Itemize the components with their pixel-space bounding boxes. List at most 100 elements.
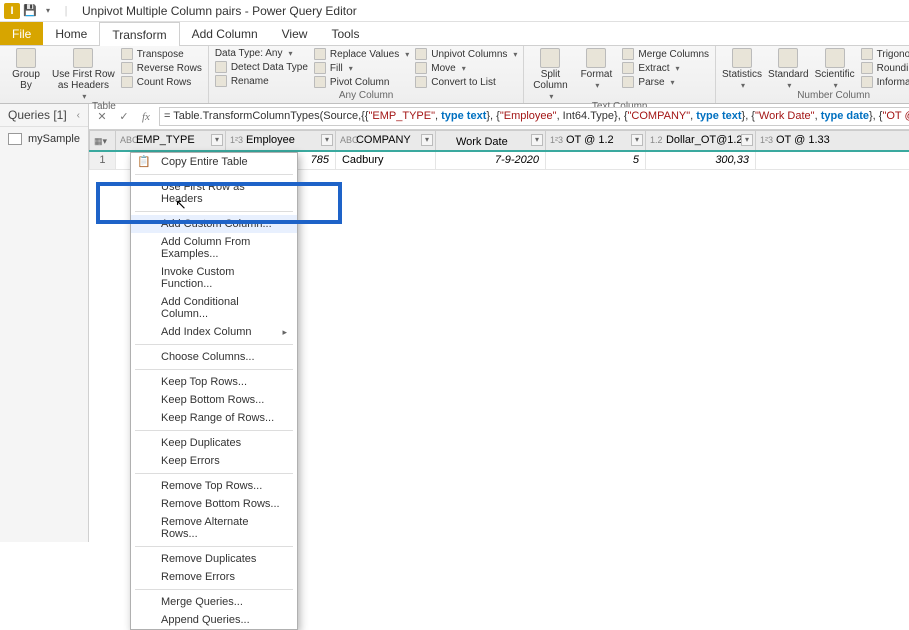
transpose-button[interactable]: Transpose xyxy=(121,48,202,60)
trig-icon xyxy=(861,48,873,60)
menu-add-custom-column[interactable]: Add Custom Column... xyxy=(131,215,297,233)
cell-ot12[interactable]: 5 xyxy=(545,151,645,169)
headers-icon xyxy=(137,186,151,200)
filter-icon[interactable]: ▾ xyxy=(321,134,333,146)
custom-column-icon xyxy=(137,217,151,231)
col-work-date[interactable]: Work Date▾ xyxy=(435,131,545,152)
info-icon xyxy=(861,76,873,88)
menu-choose-columns[interactable]: Choose Columns... xyxy=(131,348,297,366)
cell-company[interactable]: Cadbury xyxy=(335,151,435,169)
cell-dollar-ot12[interactable]: 300,33 xyxy=(645,151,755,169)
menu-copy-table[interactable]: 📋Copy Entire Table xyxy=(131,153,297,171)
menu-add-conditional[interactable]: Add Conditional Column... xyxy=(131,293,297,323)
query-item[interactable]: mySample xyxy=(0,127,88,151)
information-button[interactable]: Information xyxy=(861,76,909,88)
ribbon-group-text-column: Split Column Format Merge Columns Extrac… xyxy=(524,46,716,103)
menu-separator xyxy=(135,344,293,345)
statistics-button[interactable]: Statistics xyxy=(722,48,762,90)
col-dollar-ot12[interactable]: 1.2Dollar_OT@1.2▾ xyxy=(645,131,755,152)
filter-icon[interactable]: ▾ xyxy=(741,134,753,146)
tab-add-column[interactable]: Add Column xyxy=(180,22,270,45)
menu-separator xyxy=(135,211,293,212)
fx-icon[interactable]: fx xyxy=(137,108,155,126)
unpivot-icon xyxy=(415,48,427,60)
scientific-icon xyxy=(825,48,845,68)
menu-remove-bottom[interactable]: Remove Bottom Rows... xyxy=(131,495,297,513)
menu-invoke-function[interactable]: Invoke Custom Function... xyxy=(131,263,297,293)
menu-remove-duplicates[interactable]: Remove Duplicates xyxy=(131,550,297,568)
cell-work-date[interactable]: 7-9-2020 xyxy=(435,151,545,169)
col-employee[interactable]: 1²3Employee▾ xyxy=(225,131,335,152)
col-ot12[interactable]: 1²3OT @ 1.2▾ xyxy=(545,131,645,152)
col-ot133[interactable]: 1²3OT @ 1.33▾ xyxy=(755,131,909,152)
tab-home[interactable]: Home xyxy=(43,22,99,45)
data-type-button[interactable]: Data Type: Any xyxy=(215,48,308,59)
menu-use-first-row[interactable]: Use First Row as Headers xyxy=(131,178,297,208)
query-name: mySample xyxy=(28,133,80,145)
tab-tools[interactable]: Tools xyxy=(319,22,371,45)
menu-separator xyxy=(135,589,293,590)
corner-cell[interactable]: ▦▾ xyxy=(89,131,115,152)
qat-dropdown-icon[interactable]: ▾ xyxy=(40,3,56,19)
menu-remove-top[interactable]: Remove Top Rows... xyxy=(131,477,297,495)
rename-button[interactable]: Rename xyxy=(215,75,308,87)
scientific-button[interactable]: Scientific xyxy=(815,48,855,90)
menu-keep-errors[interactable]: Keep Errors xyxy=(131,452,297,470)
detect-type-button[interactable]: Detect Data Type xyxy=(215,61,308,73)
menu-bar: File Home Transform Add Column View Tool… xyxy=(0,22,909,46)
filter-icon[interactable]: ▾ xyxy=(421,134,433,146)
formula-input[interactable]: = Table.TransformColumnTypes(Source,{{"E… xyxy=(159,107,909,126)
save-icon[interactable]: 💾 xyxy=(22,3,38,19)
menu-keep-range[interactable]: Keep Range of Rows... xyxy=(131,409,297,427)
tab-view[interactable]: View xyxy=(270,22,320,45)
copy-icon: 📋 xyxy=(137,155,151,169)
tab-file[interactable]: File xyxy=(0,22,43,45)
title-bar: I 💾 ▾ | Unpivot Multiple Column pairs - … xyxy=(0,0,909,22)
menu-merge-queries[interactable]: Merge Queries... xyxy=(131,593,297,611)
menu-separator xyxy=(135,546,293,547)
accept-formula-icon[interactable]: ✓ xyxy=(115,108,133,126)
merge-columns-button[interactable]: Merge Columns xyxy=(622,48,709,60)
group-by-button[interactable]: Group By xyxy=(6,48,46,91)
filter-icon[interactable]: ▾ xyxy=(211,134,223,146)
replace-values-button[interactable]: Replace Values xyxy=(314,48,409,60)
trigonometry-button[interactable]: Trigonometry xyxy=(861,48,909,60)
col-emp-type[interactable]: ABCEMP_TYPE▾ xyxy=(115,131,225,152)
pivot-button[interactable]: Pivot Column xyxy=(314,76,409,88)
menu-keep-bottom[interactable]: Keep Bottom Rows... xyxy=(131,391,297,409)
rename-icon xyxy=(215,75,227,87)
use-first-row-button[interactable]: Use First Row as Headers xyxy=(52,48,115,101)
standard-button[interactable]: Standard xyxy=(768,48,809,90)
rounding-button[interactable]: Rounding xyxy=(861,62,909,74)
count-rows-button[interactable]: Count Rows xyxy=(121,76,202,88)
fill-button[interactable]: Fill xyxy=(314,62,409,74)
menu-add-index[interactable]: Add Index Column xyxy=(131,323,297,341)
cell-ot133[interactable] xyxy=(755,151,909,169)
filter-icon[interactable]: ▾ xyxy=(531,134,543,146)
tab-transform[interactable]: Transform xyxy=(99,22,179,46)
window-title: Unpivot Multiple Column pairs - Power Qu… xyxy=(82,4,357,18)
replace-icon xyxy=(314,48,326,60)
unpivot-button[interactable]: Unpivot Columns xyxy=(415,48,517,60)
reverse-rows-button[interactable]: Reverse Rows xyxy=(121,62,202,74)
filter-icon[interactable]: ▾ xyxy=(631,134,643,146)
format-button[interactable]: Format xyxy=(576,48,616,90)
move-button[interactable]: Move xyxy=(415,62,517,74)
convert-icon xyxy=(415,76,427,88)
col-company[interactable]: ABCCOMPANY▾ xyxy=(335,131,435,152)
menu-remove-alternate[interactable]: Remove Alternate Rows... xyxy=(131,513,297,543)
menu-remove-errors[interactable]: Remove Errors xyxy=(131,568,297,586)
cancel-formula-icon[interactable]: ✕ xyxy=(93,108,111,126)
split-column-button[interactable]: Split Column xyxy=(530,48,570,101)
menu-append-queries[interactable]: Append Queries... xyxy=(131,611,297,629)
collapse-icon[interactable]: ‹ xyxy=(77,110,80,121)
menu-keep-top[interactable]: Keep Top Rows... xyxy=(131,373,297,391)
qat-divider: | xyxy=(58,3,74,19)
menu-separator xyxy=(135,473,293,474)
parse-button[interactable]: Parse xyxy=(622,76,709,88)
convert-list-button[interactable]: Convert to List xyxy=(415,76,517,88)
extract-button[interactable]: Extract xyxy=(622,62,709,74)
standard-icon xyxy=(778,48,798,68)
menu-keep-duplicates[interactable]: Keep Duplicates xyxy=(131,434,297,452)
menu-add-from-examples[interactable]: Add Column From Examples... xyxy=(131,233,297,263)
